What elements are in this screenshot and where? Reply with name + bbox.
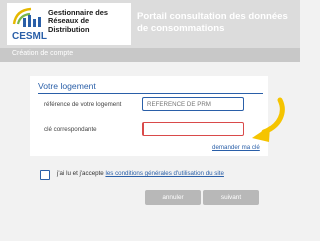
cesml-logo: CESML Gestionnaire des Réseaux de Distri… — [7, 3, 131, 45]
prm-label: référence de votre logement — [44, 101, 122, 108]
app-header: CESML Gestionnaire des Réseaux de Distri… — [0, 0, 300, 48]
cle-label: clé correspondante — [44, 126, 97, 133]
section-title: Votre logement — [38, 81, 96, 91]
prm-input[interactable] — [142, 97, 244, 111]
logo-wordmark: CESML — [12, 31, 47, 42]
terms-checkbox[interactable] — [40, 170, 50, 180]
portal-title: Portail consultation des données de cons… — [137, 11, 288, 34]
arrow-icon — [252, 97, 285, 142]
cesml-logo-icon: CESML — [12, 7, 47, 42]
next-button[interactable]: suivant — [203, 190, 259, 205]
housing-form-card: Votre logement référence de votre logeme… — [30, 76, 268, 156]
breadcrumb: Création de compte — [12, 50, 74, 57]
section-divider — [38, 93, 263, 94]
terms-text: j'ai lu et j'accepte les conditions géné… — [57, 170, 224, 177]
terms-label: j'ai lu et j'accepte — [57, 170, 106, 177]
logo-line-3: Distribution — [48, 24, 90, 34]
terms-link[interactable]: les conditions générales d'utilisation d… — [105, 170, 223, 177]
cancel-button[interactable]: annuler — [145, 190, 201, 205]
logo-text: Gestionnaire des Réseaux de Distribution — [48, 8, 108, 34]
cle-input[interactable] — [142, 122, 244, 136]
breadcrumb-bar: Création de compte — [0, 48, 300, 62]
